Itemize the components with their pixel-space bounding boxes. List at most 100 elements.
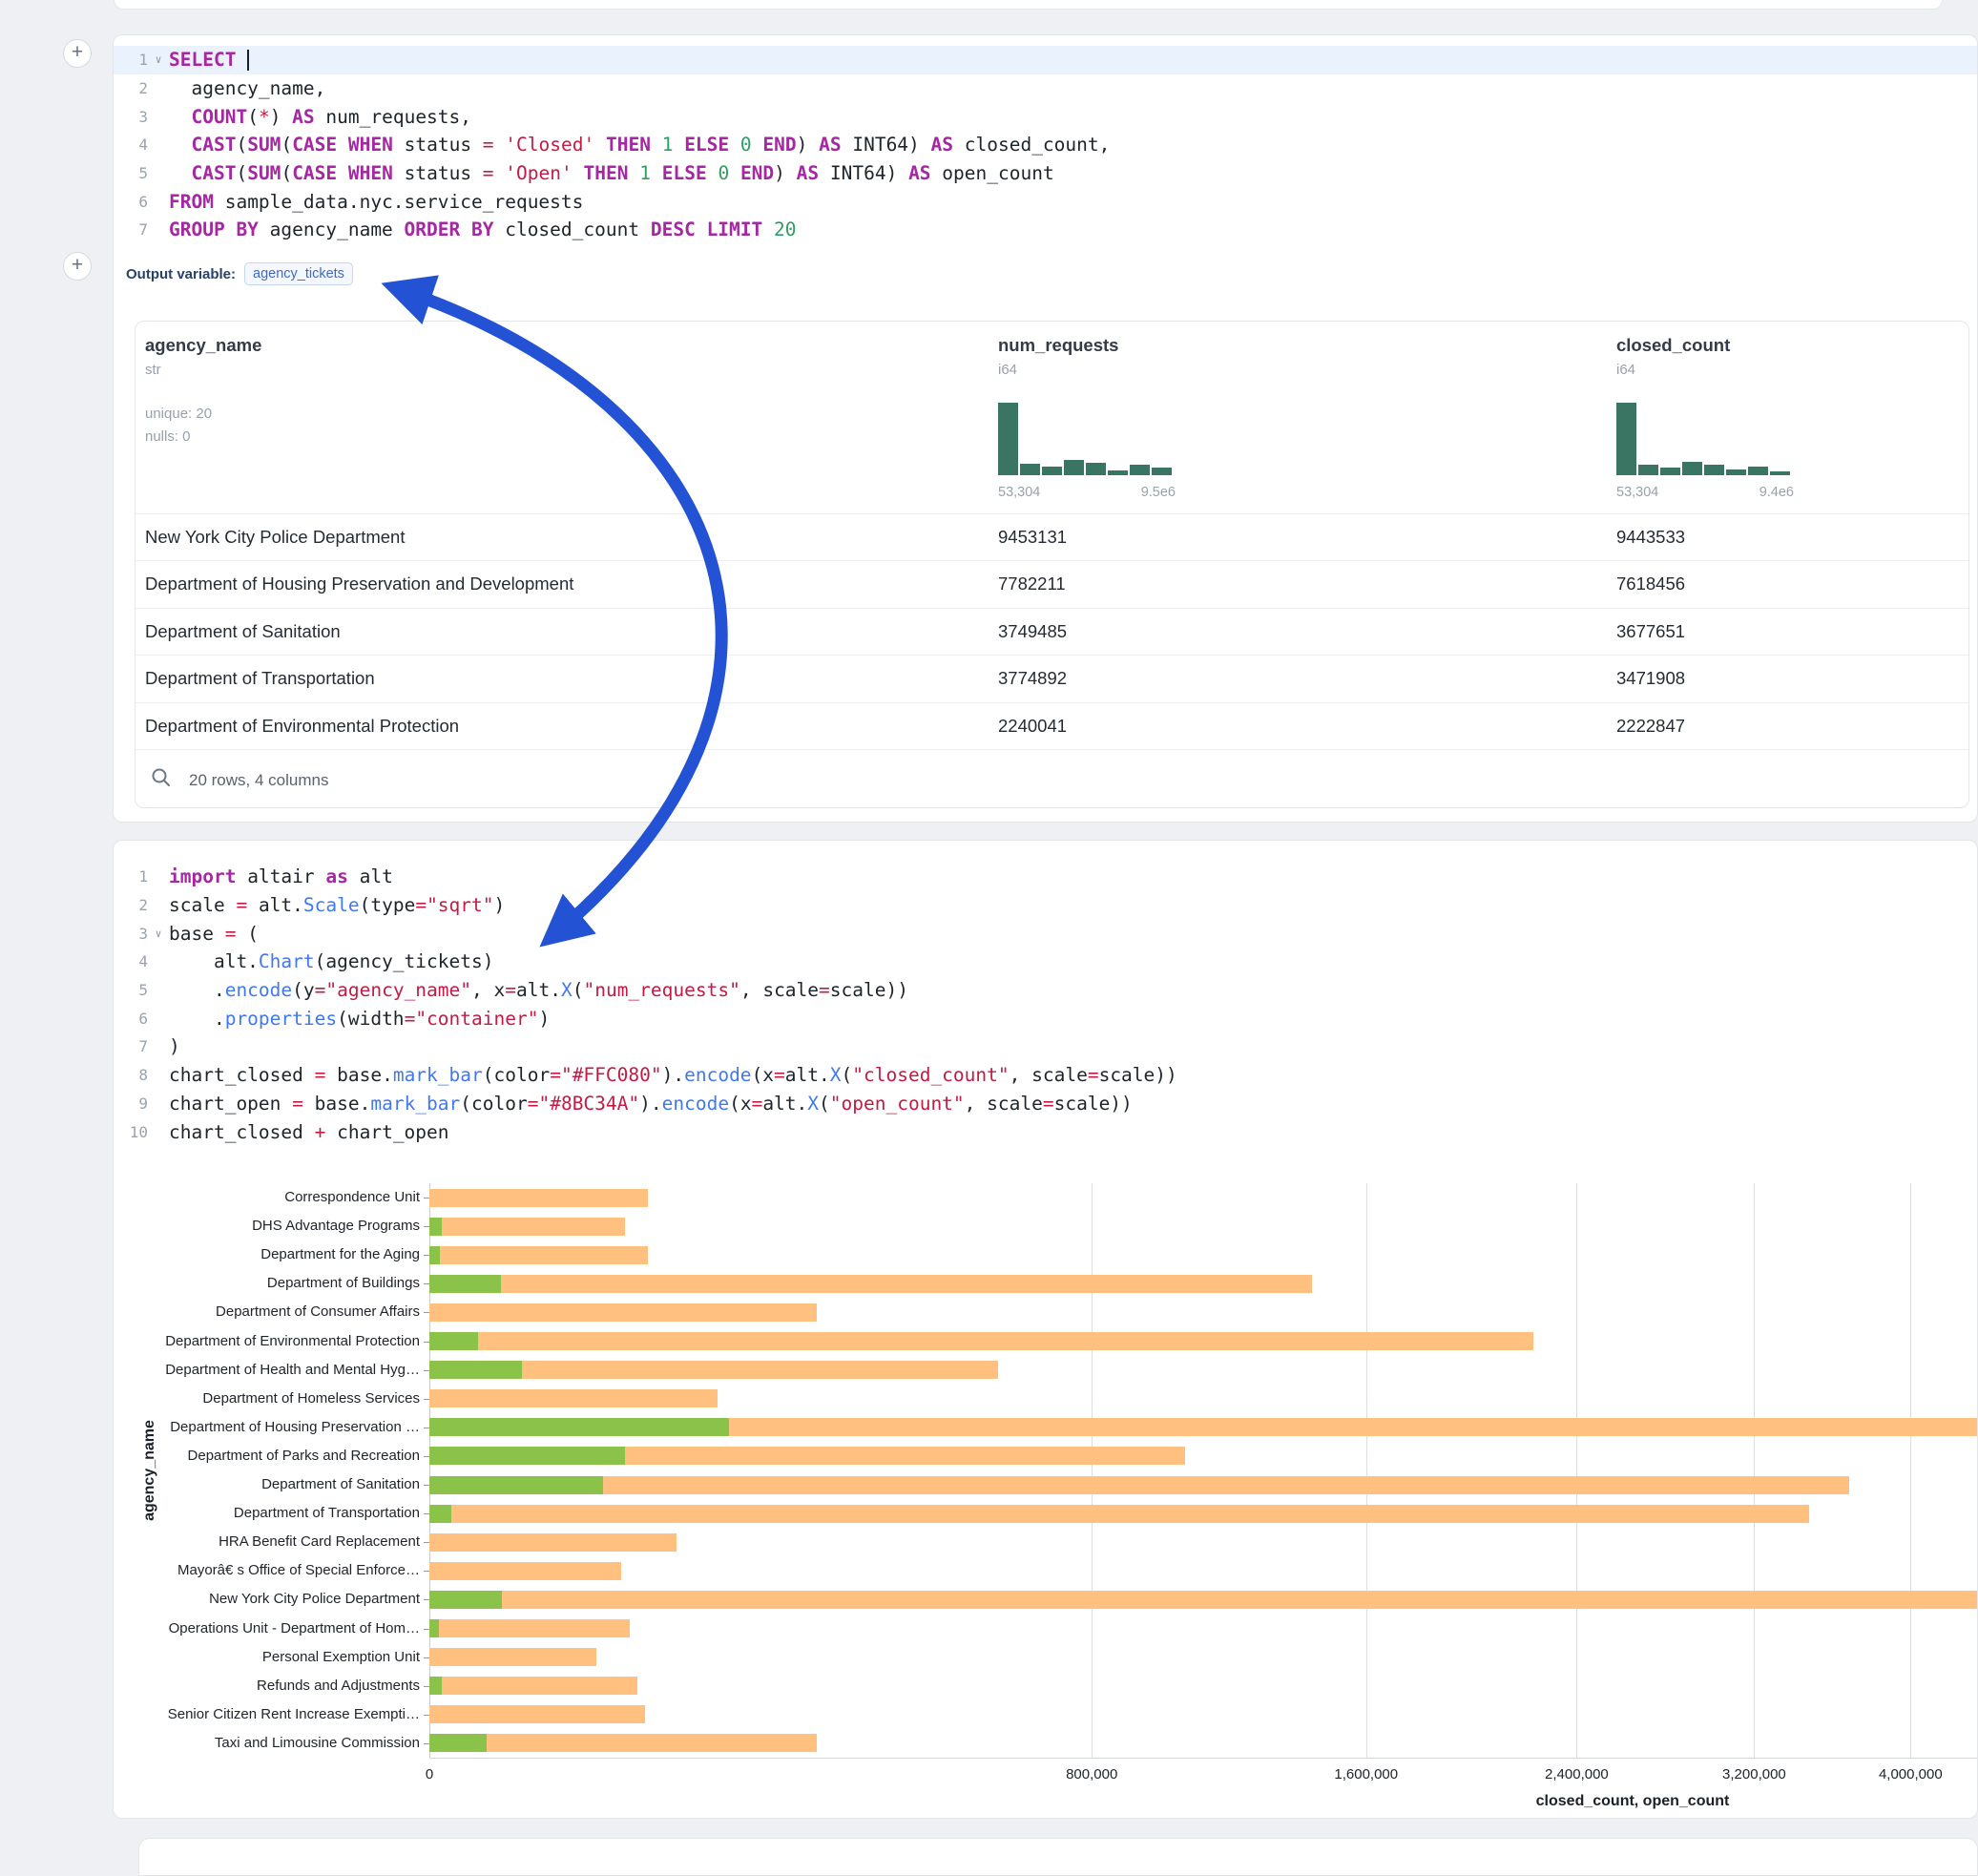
code-line[interactable]: 2 agency_name, [114, 74, 1977, 103]
token: 20 [774, 219, 796, 240]
token: THEN [584, 162, 629, 184]
histogram-bar [1770, 471, 1790, 475]
table-cell: 3774892 [998, 668, 1067, 689]
plus-icon: + [72, 254, 83, 276]
token: SUM [247, 134, 281, 156]
line-number: 4 [114, 135, 148, 154]
code-text: SELECT [169, 49, 249, 71]
bar-open_count [429, 1505, 451, 1523]
bar-chart: closed_count, open_count agency_name 080… [114, 841, 1977, 1818]
bar-open_count [429, 1332, 478, 1350]
token: ( [281, 134, 292, 156]
histogram-bar [1726, 469, 1746, 475]
column-header[interactable]: closed_count [1616, 335, 1730, 356]
output-variable-chip[interactable]: agency_tickets [244, 262, 353, 285]
token: ( [247, 106, 259, 128]
histogram-bar [1108, 470, 1128, 475]
sql-cell: 1∨SELECT 2 agency_name,3 COUNT(*) AS num… [113, 34, 1978, 823]
histogram-bar [1020, 464, 1040, 475]
token [729, 162, 740, 184]
bar-closed_count [429, 1246, 648, 1264]
bar-closed_count [429, 1218, 625, 1236]
y-axis-label: Department of Environmental Protection [114, 1333, 420, 1350]
token: DESC [651, 219, 696, 240]
previous-cell-edge [114, 0, 1943, 10]
token: 0 [718, 162, 729, 184]
table-cell: 7782211 [998, 573, 1066, 594]
column-header[interactable]: num_requests [998, 335, 1118, 356]
column-histogram [998, 403, 1176, 475]
y-axis-label: Department of Transportation [114, 1505, 420, 1522]
histogram-max-label: 9.4e6 [1616, 485, 1794, 500]
token: END [740, 162, 774, 184]
code-line[interactable]: 5 CAST(SUM(CASE WHEN status = 'Open' THE… [114, 159, 1977, 188]
sql-code-editor[interactable]: 1∨SELECT 2 agency_name,3 COUNT(*) AS num… [114, 46, 1977, 244]
line-number: 2 [114, 79, 148, 97]
token: CAST [191, 162, 236, 184]
table-cell: 3677651 [1616, 621, 1685, 642]
token: = [483, 162, 494, 184]
table-row: New York City Police Department945313194… [135, 513, 1968, 560]
bar-closed_count [429, 1677, 637, 1695]
token: INT64) [819, 162, 908, 184]
y-axis-label: Taxi and Limousine Commission [114, 1735, 420, 1752]
bar-closed_count [429, 1189, 648, 1207]
token: WHEN [348, 134, 393, 156]
histogram-bar [1152, 468, 1172, 475]
gridline [1576, 1183, 1577, 1758]
code-line[interactable]: 1∨SELECT [114, 46, 1977, 74]
code-text: agency_name, [169, 77, 325, 99]
bar-open_count [429, 1275, 501, 1293]
token: status [393, 134, 483, 156]
bar-closed_count [429, 1533, 677, 1552]
token: = [483, 134, 494, 156]
code-line[interactable]: 6FROM sample_data.nyc.service_requests [114, 187, 1977, 216]
token: CAST [191, 134, 236, 156]
token: GROUP BY [169, 219, 259, 240]
y-axis-label: Personal Exemption Unit [114, 1649, 420, 1666]
histogram-bar [998, 403, 1018, 475]
bar-closed_count [429, 1303, 817, 1322]
column-header[interactable]: agency_name [145, 335, 261, 356]
token: 1 [662, 134, 674, 156]
code-line[interactable]: 7GROUP BY agency_name ORDER BY closed_co… [114, 216, 1977, 244]
fold-chevron-icon[interactable]: ∨ [148, 53, 169, 66]
token: agency_name, [169, 77, 325, 99]
token [236, 49, 247, 71]
add-cell-button-top[interactable]: + [63, 39, 92, 68]
token: SUM [247, 162, 281, 184]
token: status [393, 162, 483, 184]
bar-closed_count [429, 1275, 1312, 1293]
next-cell-edge [138, 1838, 1978, 1876]
bar-closed_count [429, 1591, 1978, 1609]
column-stat: unique: 20 [145, 406, 212, 422]
histogram-bar [1638, 465, 1658, 475]
token [337, 162, 348, 184]
token: num_requests, [315, 106, 471, 128]
bar-open_count [429, 1619, 439, 1637]
column-type: str [145, 362, 161, 378]
token [494, 134, 506, 156]
histogram-bar [1660, 468, 1680, 475]
table-cell: Department of Environmental Protection [145, 716, 459, 737]
y-axis-label: Senior Citizen Rent Increase Exempti… [114, 1706, 420, 1723]
token: * [259, 106, 270, 128]
y-axis-label: Mayorâ€ s Office of Special Enforce… [114, 1562, 420, 1579]
x-axis-label: 800,000 [1034, 1766, 1149, 1782]
histogram-bar [1086, 463, 1106, 475]
bar-open_count [429, 1447, 625, 1465]
search-icon[interactable] [151, 767, 172, 788]
column-type: i64 [998, 362, 1017, 378]
token: FROM [169, 191, 214, 213]
token: AS [931, 134, 953, 156]
table-summary: 20 rows, 4 columns [189, 771, 328, 790]
token [337, 134, 348, 156]
code-line[interactable]: 4 CAST(SUM(CASE WHEN status = 'Closed' T… [114, 131, 1977, 159]
add-cell-button-middle[interactable]: + [63, 252, 92, 281]
token [169, 134, 191, 156]
token: INT64) [842, 134, 931, 156]
code-line[interactable]: 3 COUNT(*) AS num_requests, [114, 102, 1977, 131]
token: ) [797, 134, 819, 156]
x-axis-label: 0 [372, 1766, 487, 1782]
y-axis-label: Department of Sanitation [114, 1476, 420, 1493]
